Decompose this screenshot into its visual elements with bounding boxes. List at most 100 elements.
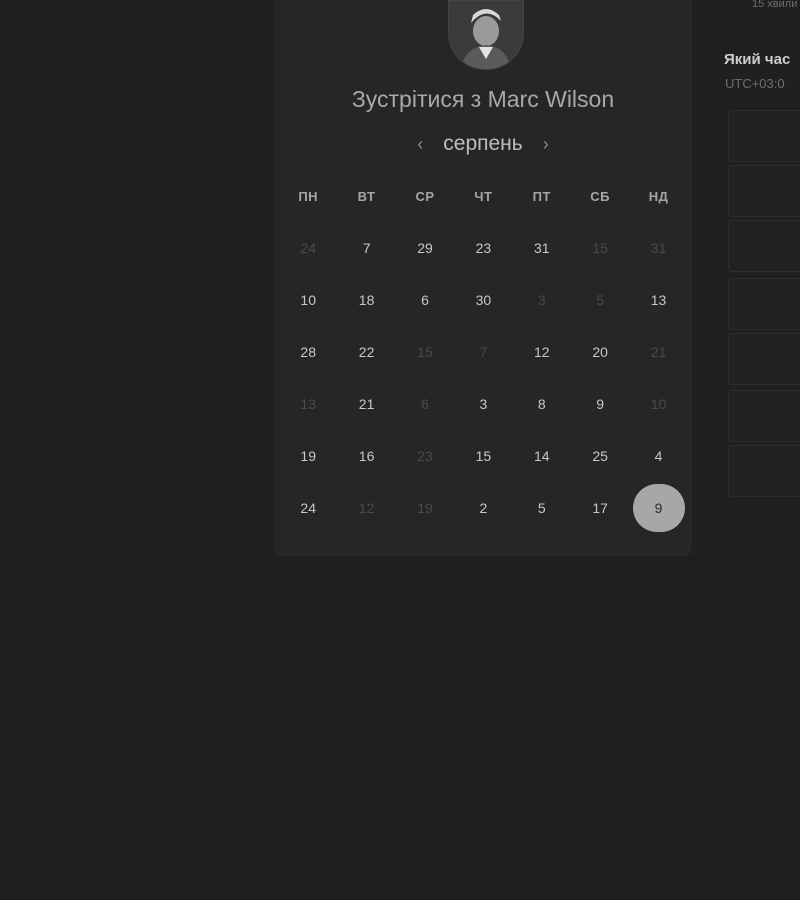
calendar-day[interactable]: 7 <box>337 222 395 274</box>
chevron-right-icon[interactable]: › <box>539 134 553 155</box>
calendar-grid: ПН ВТ СР ЧТ ПТ СБ НД 24 7 29 23 31 15 31 10 18 6 30 3 5 13 28… <box>279 170 688 534</box>
calendar-day[interactable]: 22 <box>337 326 395 378</box>
calendar-day-number: 7 <box>362 240 371 256</box>
calendar-day-number: 12 <box>358 500 375 516</box>
calendar-day-number: 28 <box>300 344 316 360</box>
weekday-header: ВТ <box>357 188 376 204</box>
calendar-day[interactable]: 13 <box>629 274 687 326</box>
time-slot[interactable] <box>728 445 800 497</box>
calendar-day-number: 10 <box>300 292 316 308</box>
calendar-day-number: 21 <box>358 396 375 412</box>
weekday-header: СБ <box>590 188 611 204</box>
time-slot[interactable] <box>728 165 800 217</box>
calendar-day-number: 5 <box>596 292 605 308</box>
timezone-label[interactable]: UTC+03:0 <box>725 76 785 91</box>
calendar-day[interactable]: 12 <box>513 326 571 378</box>
calendar-day-number: 29 <box>417 240 433 256</box>
calendar-day[interactable]: 14 <box>513 430 571 482</box>
calendar-day-number: 4 <box>654 448 663 464</box>
booking-title: Зустрітися з Marc Wilson <box>351 86 615 112</box>
calendar-day-number: 31 <box>533 240 550 256</box>
time-slot[interactable] <box>728 220 800 272</box>
calendar-day: 12 <box>337 482 395 534</box>
calendar-day[interactable]: 28 <box>279 326 337 378</box>
weekday-header: ПН <box>298 188 319 204</box>
avatar <box>448 0 524 70</box>
calendar-day-number: 30 <box>475 292 492 308</box>
calendar-day[interactable]: 20 <box>571 326 629 378</box>
time-slot[interactable] <box>728 110 800 162</box>
calendar-day[interactable]: 16 <box>337 430 395 482</box>
weekday-header: ЧТ <box>474 188 493 204</box>
calendar-day[interactable]: 15 <box>454 430 512 482</box>
weekday-header: ПТ <box>532 188 551 204</box>
calendar-day-number: 6 <box>421 396 429 412</box>
calendar-day-number: 15 <box>592 240 608 256</box>
calendar-day: 6 <box>396 378 454 430</box>
calendar-day-number: 15 <box>417 344 433 360</box>
calendar-day-number: 31 <box>650 240 667 256</box>
calendar-day-number: 7 <box>479 344 488 360</box>
calendar-day-number: 20 <box>592 344 608 360</box>
calendar-day-number: 24 <box>300 240 316 256</box>
calendar-day: 19 <box>396 482 454 534</box>
chevron-left-icon[interactable]: ‹ <box>413 134 427 155</box>
calendar-day-number: 21 <box>650 344 667 360</box>
month-navigation: ‹ серпень › <box>276 130 690 158</box>
time-slot[interactable] <box>728 333 800 385</box>
calendar-day-number: 13 <box>650 292 667 308</box>
weekday-header: НД <box>648 188 669 204</box>
calendar-day-number: 23 <box>417 448 433 464</box>
calendar-day[interactable]: 4 <box>629 430 687 482</box>
calendar-day-number: 14 <box>533 448 550 464</box>
booking-card: Зустрітися з Marc Wilson ‹ серпень › ПН В… <box>276 0 690 555</box>
calendar-day: 7 <box>454 326 512 378</box>
calendar-day: 24 <box>279 222 337 274</box>
calendar-day[interactable]: 24 <box>279 482 337 534</box>
calendar-day[interactable]: 25 <box>571 430 629 482</box>
calendar-day[interactable]: 30 <box>454 274 512 326</box>
time-selection-panel: 15 хвили Який час UTC+03:0 <box>690 0 800 555</box>
calendar-day-number: 5 <box>537 500 546 516</box>
calendar-day-number: 23 <box>475 240 492 256</box>
calendar-day[interactable]: 29 <box>396 222 454 274</box>
calendar-day[interactable]: 8 <box>513 378 571 430</box>
calendar-day-number: 3 <box>537 292 546 308</box>
calendar-day[interactable]: 2 <box>454 482 512 534</box>
calendar-day: 3 <box>513 274 571 326</box>
calendar-day-number: 15 <box>475 448 492 464</box>
calendar-day: 5 <box>571 274 629 326</box>
calendar-day[interactable]: 9 <box>571 378 629 430</box>
time-slot[interactable] <box>728 390 800 442</box>
calendar-day[interactable]: 6 <box>396 274 454 326</box>
calendar-day[interactable]: 3 <box>454 378 512 430</box>
calendar-day[interactable]: 17 <box>571 482 629 534</box>
calendar-day-selected[interactable]: 9 <box>629 482 687 534</box>
calendar-day[interactable]: 19 <box>279 430 337 482</box>
calendar-day-number: 2 <box>479 500 488 516</box>
calendar-day-number: 17 <box>592 500 608 516</box>
calendar-day[interactable]: 18 <box>337 274 395 326</box>
calendar-day[interactable]: 31 <box>513 222 571 274</box>
calendar-day-number: 12 <box>533 344 550 360</box>
calendar-day-number: 18 <box>358 292 375 308</box>
weekday-header: СР <box>415 188 435 204</box>
calendar-day-number: 19 <box>300 448 316 464</box>
calendar-day-number: 22 <box>358 344 375 360</box>
calendar-day-number: 19 <box>417 500 433 516</box>
calendar-day-number: 8 <box>537 396 546 412</box>
calendar-day-number: 13 <box>300 396 316 412</box>
calendar-day: 23 <box>396 430 454 482</box>
time-slot[interactable] <box>728 278 800 330</box>
calendar-day[interactable]: 21 <box>337 378 395 430</box>
calendar-day: 10 <box>629 378 687 430</box>
calendar-day[interactable]: 10 <box>279 274 337 326</box>
calendar-day-number: 9 <box>654 500 663 516</box>
calendar-day[interactable]: 5 <box>513 482 571 534</box>
calendar-day: 31 <box>629 222 687 274</box>
calendar-day: 15 <box>571 222 629 274</box>
time-question-heading: Який час <box>724 51 791 68</box>
calendar-day[interactable]: 23 <box>454 222 512 274</box>
calendar-day-number: 9 <box>596 396 605 412</box>
calendar-day: 21 <box>629 326 687 378</box>
